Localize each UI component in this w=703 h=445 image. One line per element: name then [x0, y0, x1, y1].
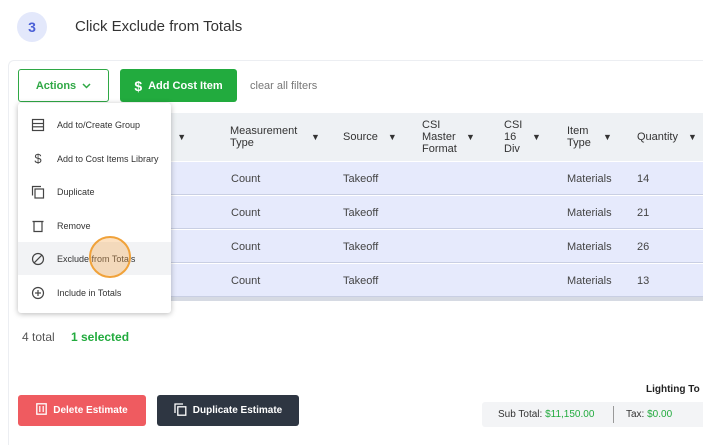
clear-filters-link[interactable]: clear all filters — [250, 80, 317, 92]
menu-item-label: Duplicate — [57, 186, 95, 197]
column-label: Source — [343, 131, 378, 143]
menu-item-label: Remove — [57, 220, 91, 231]
tax: Tax: $0.00 — [626, 409, 672, 420]
column-header-source[interactable]: Source ▼ — [343, 113, 397, 161]
cell-item-type: Materials — [567, 172, 612, 185]
subtotal: Sub Total: $11,150.00 — [498, 409, 594, 420]
totals-divider — [613, 406, 614, 423]
trash-icon — [36, 403, 48, 418]
lighting-total-heading: Lighting To — [646, 384, 700, 395]
column-label: CSI 16 Div — [504, 119, 523, 155]
dollar-icon: $ — [34, 151, 42, 166]
tax-label: Tax: — [626, 409, 645, 420]
menu-item-remove[interactable]: Remove — [18, 209, 171, 242]
step-number-badge: 3 — [17, 12, 47, 42]
trash-icon — [31, 219, 45, 233]
column-label: Measurement Type — [230, 125, 298, 149]
sort-caret-icon: ▼ — [466, 132, 475, 142]
totals-bar: Sub Total: $11,150.00 Tax: $0.00 — [482, 402, 703, 427]
actions-button[interactable]: Actions — [18, 69, 109, 102]
sort-caret-icon: ▼ — [687, 132, 697, 142]
tax-value: $0.00 — [647, 409, 673, 420]
sort-caret-icon: ▼ — [603, 132, 612, 142]
sort-caret-icon: ▼ — [532, 132, 541, 142]
menu-item-add-to-group[interactable]: Add to/Create Group — [18, 108, 171, 141]
actions-label: Actions — [35, 79, 77, 92]
cell-measurement-type: Count — [231, 240, 261, 253]
cell-item-type: Materials — [567, 206, 612, 219]
step-instruction: Click Exclude from Totals — [75, 18, 243, 35]
column-header-quantity[interactable]: Quantity ▼ — [637, 113, 697, 161]
cell-source: Takeoff — [343, 206, 379, 219]
menu-item-include-in-totals[interactable]: Include in Totals — [18, 276, 171, 309]
cell-measurement-type: Count — [231, 172, 261, 185]
cell-item-type: Materials — [567, 240, 612, 253]
column-header-measurement-type[interactable]: Measurement Type ▼ — [230, 113, 320, 161]
menu-item-add-to-library[interactable]: $ Add to Cost Items Library — [18, 142, 171, 175]
subtotal-label: Sub Total: — [498, 409, 543, 420]
column-label: Quantity — [637, 131, 678, 143]
delete-estimate-label: Delete Estimate — [53, 405, 128, 416]
group-list-icon — [31, 118, 45, 132]
cell-quantity: 26 — [637, 240, 650, 253]
column-label: CSI Master Format — [422, 119, 457, 155]
menu-item-duplicate[interactable]: Duplicate — [18, 175, 171, 208]
cell-source: Takeoff — [343, 240, 379, 253]
subtotal-value: $11,150.00 — [545, 409, 595, 420]
dollar-icon: $ — [134, 77, 143, 94]
cell-item-type: Materials — [567, 274, 612, 287]
sort-caret-icon: ▼ — [387, 132, 397, 142]
cell-quantity: 13 — [637, 274, 650, 287]
actions-dropdown-menu: Add to/Create Group $ Add to Cost Items … — [18, 103, 171, 313]
click-indicator — [89, 236, 131, 278]
cell-measurement-type: Count — [231, 206, 261, 219]
column-header-csi-master-format[interactable]: CSI Master Format ▼ — [422, 113, 475, 161]
menu-item-label: Include in Totals — [57, 287, 122, 298]
delete-estimate-button[interactable]: Delete Estimate — [18, 395, 146, 426]
column-label: Item Type — [567, 125, 591, 149]
duplicate-estimate-button[interactable]: Duplicate Estimate — [157, 395, 299, 426]
duplicate-icon — [31, 185, 45, 199]
sort-caret-icon: ▼ — [311, 132, 320, 142]
cell-quantity: 14 — [637, 172, 650, 185]
duplicate-estimate-label: Duplicate Estimate — [192, 405, 283, 416]
add-cost-item-label: Add Cost Item — [148, 79, 223, 92]
column-header-csi-16-div[interactable]: CSI 16 Div ▼ — [504, 113, 541, 161]
cell-source: Takeoff — [343, 172, 379, 185]
chevron-down-icon — [82, 80, 91, 92]
add-cost-item-button[interactable]: $ Add Cost Item — [120, 69, 237, 102]
cell-quantity: 21 — [637, 206, 650, 219]
cell-source: Takeoff — [343, 274, 379, 287]
ban-icon — [31, 252, 45, 266]
sort-caret-icon: ▼ — [177, 132, 187, 142]
selected-count: 1 selected — [71, 330, 130, 344]
menu-item-label: Add to/Create Group — [57, 119, 141, 130]
cell-measurement-type: Count — [231, 274, 261, 287]
column-header-item-type[interactable]: Item Type ▼ — [567, 113, 612, 161]
plus-circle-icon — [31, 286, 45, 300]
total-count: 4 total — [22, 330, 55, 344]
duplicate-icon — [174, 402, 187, 419]
menu-item-label: Add to Cost Items Library — [57, 153, 159, 164]
